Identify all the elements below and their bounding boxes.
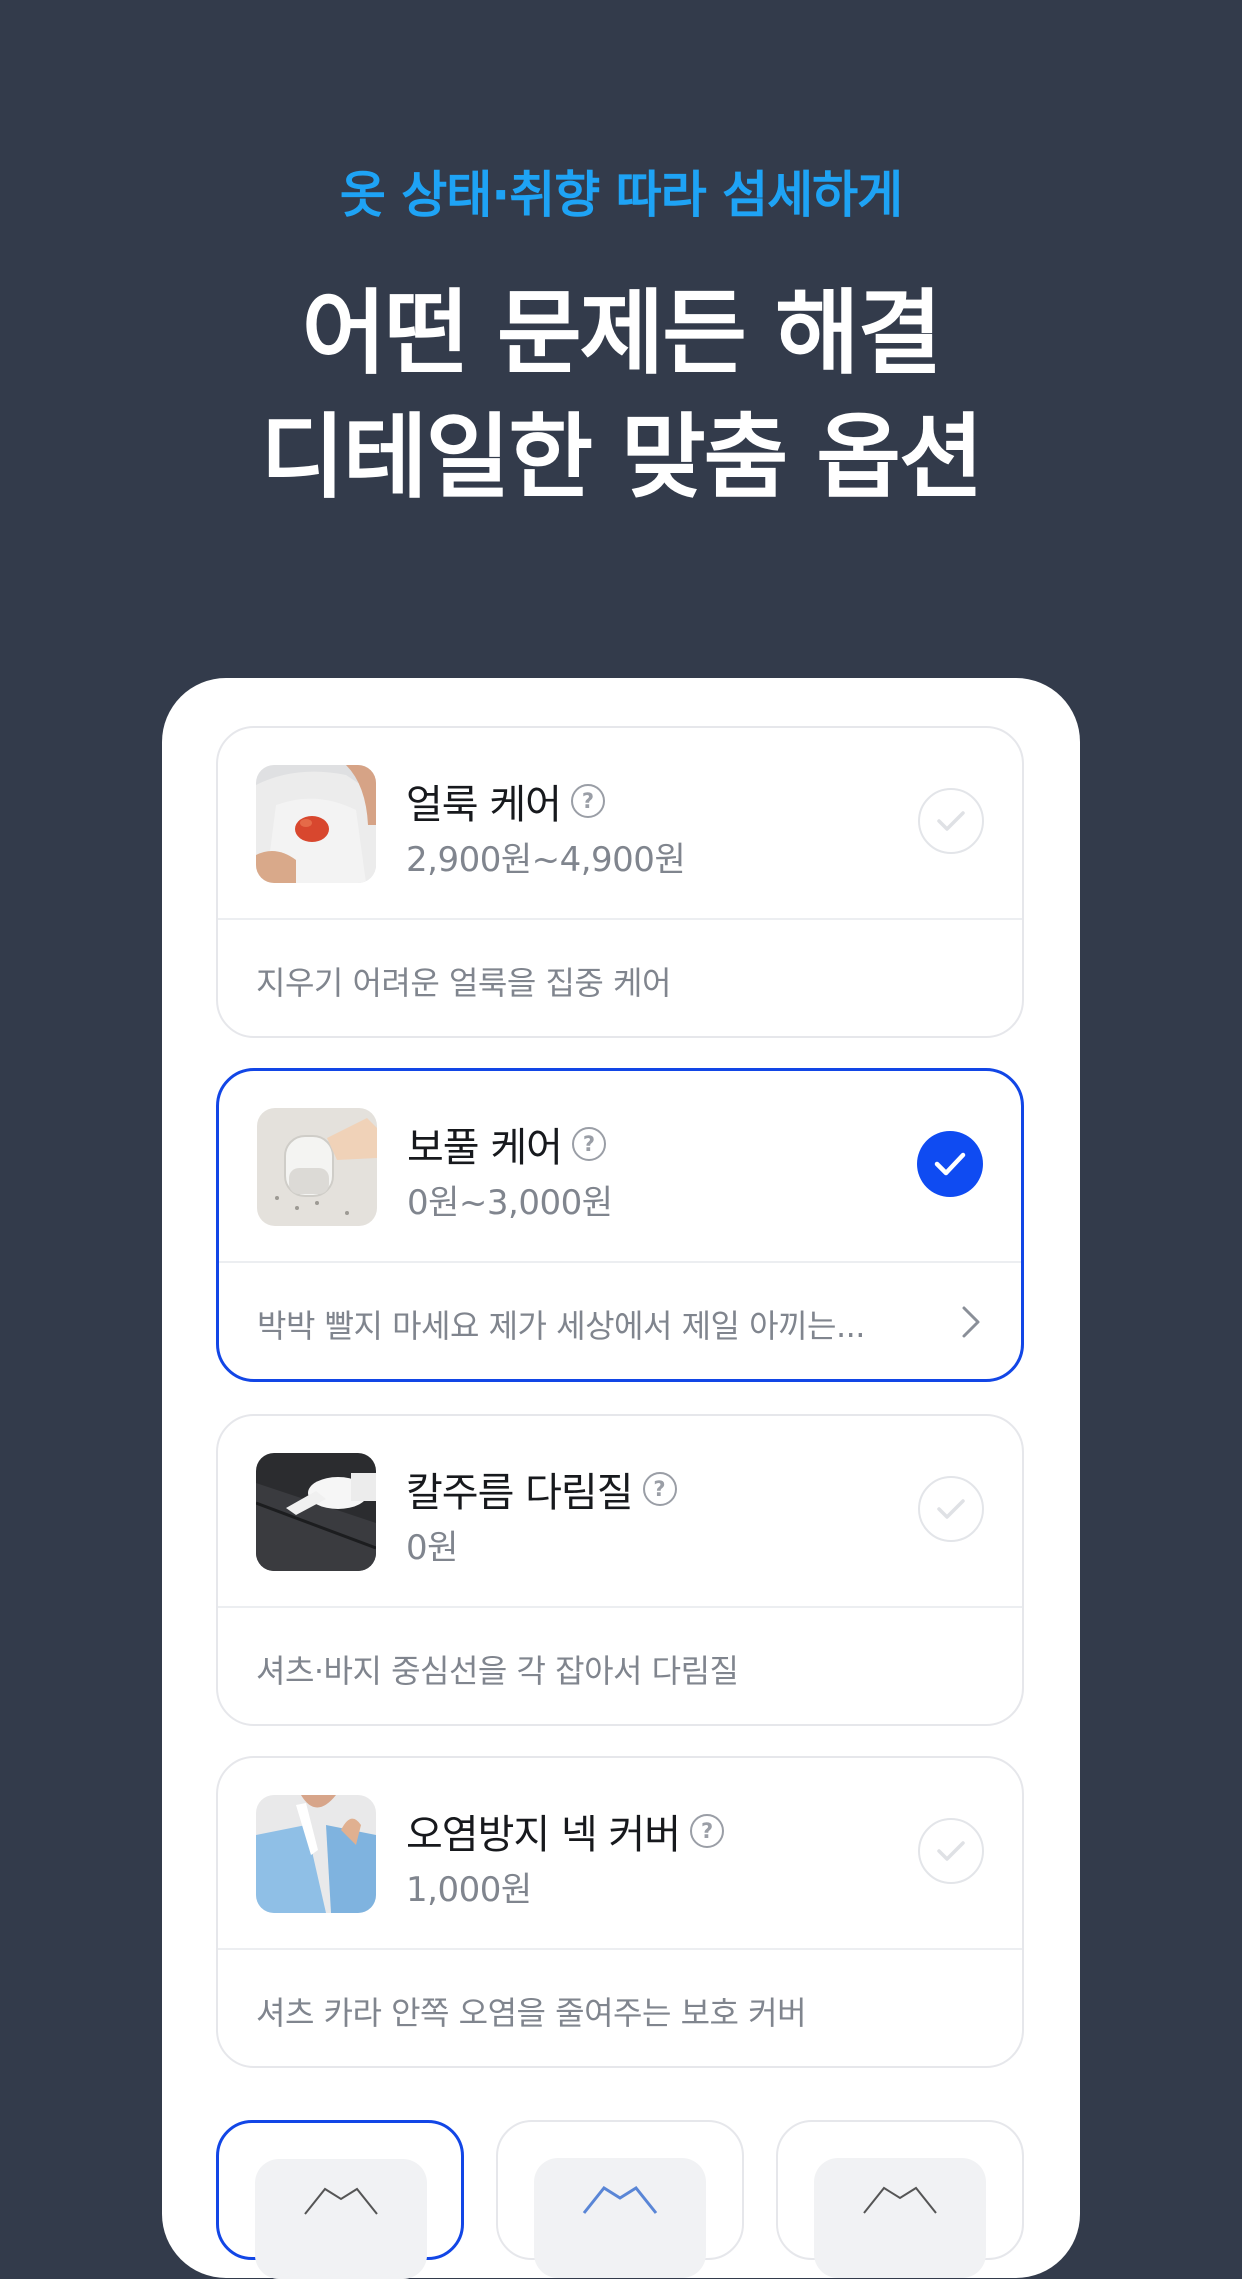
headline: 어떤 문제든 해결 디테일한 맞춤 옵션	[0, 272, 1242, 520]
option-title: 칼주름 다림질	[406, 1470, 634, 1516]
option-price: 1,000원	[406, 1870, 532, 1910]
option-card-header: 칼주름 다림질 ? 0원	[218, 1416, 1022, 1608]
option-card-footer[interactable]: 박박 빨지 마세요 제가 세상에서 제일 아끼는...	[219, 1263, 1021, 1379]
option-description: 지우기 어려운 얼룩을 집중 케어	[256, 964, 671, 1002]
collar-option-card-2[interactable]	[496, 2120, 744, 2278]
option-price: 0원	[406, 1528, 458, 1568]
option-description: 셔츠·바지 중심선을 각 잡아서 다림질	[256, 1652, 739, 1690]
option-card-footer: 셔츠·바지 중심선을 각 잡아서 다림질	[218, 1608, 1022, 1724]
collar-thumbnail	[534, 2158, 706, 2278]
option-card-stain-care[interactable]: 얼룩 케어 ? 2,900원~4,900원 지우기 어려운 얼룩을 집중 케어	[216, 726, 1024, 1038]
select-check-button[interactable]	[918, 788, 984, 854]
option-card-lint-care[interactable]: 보풀 케어 ? 0원~3,000원 박박 빨지 마세요 제가 세상에서 제일 아…	[216, 1068, 1024, 1382]
help-icon[interactable]: ?	[690, 1814, 725, 1848]
option-title: 오염방지 넥 커버	[406, 1812, 681, 1858]
option-description: 박박 빨지 마세요 제가 세상에서 제일 아끼는...	[257, 1307, 865, 1345]
option-title-row: 얼룩 케어 ?	[406, 772, 605, 830]
collar-option-card-3[interactable]	[776, 2120, 1024, 2278]
option-card-header: 얼룩 케어 ? 2,900원~4,900원	[218, 728, 1022, 920]
headline-line-1: 어떤 문제든 해결	[301, 280, 943, 387]
option-price: 2,900원~4,900원	[406, 840, 686, 880]
collar-option-card-1[interactable]	[216, 2120, 464, 2279]
help-icon[interactable]: ?	[571, 1127, 606, 1161]
option-description: 셔츠 카라 안쪽 오염을 줄여주는 보호 커버	[256, 1994, 807, 2032]
select-check-button[interactable]	[918, 1818, 984, 1884]
option-title: 얼룩 케어	[406, 782, 562, 828]
help-icon[interactable]: ?	[570, 784, 605, 818]
option-title-row: 오염방지 넥 커버 ?	[406, 1802, 725, 1860]
collar-thumbnail	[255, 2159, 427, 2279]
shirt-collar-photo	[256, 1795, 376, 1913]
lint-remover-photo	[257, 1108, 377, 1226]
checkmark-icon	[937, 1841, 965, 1861]
option-title: 보풀 케어	[407, 1125, 563, 1171]
stain-shirt-photo	[256, 765, 376, 883]
collar-thumbnail	[814, 2158, 986, 2278]
option-title-row: 보풀 케어 ?	[407, 1115, 606, 1173]
phone-screen: 얼룩 케어 ? 2,900원~4,900원 지우기 어려운 얼룩을 집중 케어	[162, 678, 1080, 2278]
option-card-crease-ironing[interactable]: 칼주름 다림질 ? 0원 셔츠·바지 중심선을 각 잡아서 다림질	[216, 1414, 1024, 1726]
checkmark-icon	[937, 811, 965, 831]
shirt-collar-icon	[582, 2186, 658, 2214]
option-card-footer: 셔츠 카라 안쪽 오염을 줄여주는 보호 커버	[218, 1950, 1022, 2066]
shirt-collar-icon	[863, 2186, 937, 2214]
checkmark-icon	[934, 1152, 966, 1176]
shirt-collar-icon	[304, 2187, 378, 2215]
select-check-button[interactable]	[917, 1131, 983, 1197]
option-title-row: 칼주름 다림질 ?	[406, 1460, 677, 1518]
headline-line-2: 디테일한 맞춤 옵션	[260, 404, 983, 511]
chevron-right-icon[interactable]	[961, 1305, 981, 1339]
option-card-header: 보풀 케어 ? 0원~3,000원	[219, 1071, 1021, 1263]
option-card-footer: 지우기 어려운 얼룩을 집중 케어	[218, 920, 1022, 1036]
checkmark-icon	[937, 1499, 965, 1519]
eyebrow-text: 옷 상태·취향 따라 섬세하게	[339, 166, 903, 224]
pressing-trousers-photo	[256, 1453, 376, 1571]
option-price: 0원~3,000원	[407, 1183, 613, 1223]
select-check-button[interactable]	[918, 1476, 984, 1542]
help-icon[interactable]: ?	[642, 1472, 677, 1506]
option-card-header: 오염방지 넥 커버 ? 1,000원	[218, 1758, 1022, 1950]
option-card-neck-cover[interactable]: 오염방지 넥 커버 ? 1,000원 셔츠 카라 안쪽 오염을 줄여주는 보호 …	[216, 1756, 1024, 2068]
